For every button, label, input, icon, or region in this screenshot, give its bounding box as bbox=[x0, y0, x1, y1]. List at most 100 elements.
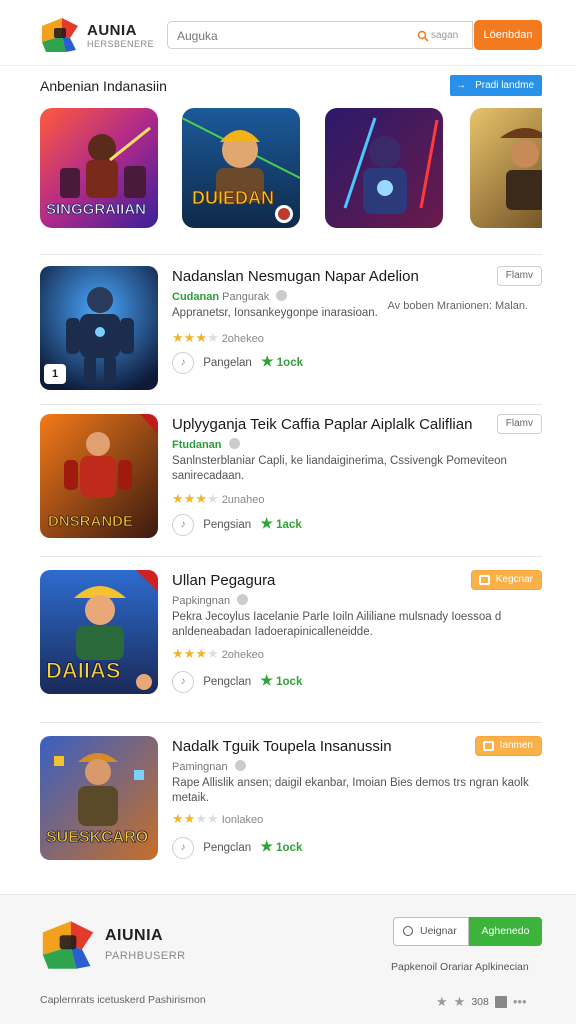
calendar-icon bbox=[482, 741, 494, 751]
footer-brand-name: AIUNIA bbox=[105, 927, 164, 944]
star-empty-icon: ★ bbox=[206, 330, 219, 345]
star-icon: ★ bbox=[172, 811, 184, 826]
featured-more-label: Pradi landme bbox=[475, 80, 534, 91]
star-icon: ★ bbox=[260, 838, 273, 855]
lock-status[interactable]: ★ 1ock bbox=[260, 672, 302, 688]
app-title[interactable]: Ullan Pegagura bbox=[172, 572, 275, 589]
divider bbox=[40, 556, 542, 557]
download-icon[interactable]: ♪ bbox=[172, 514, 194, 536]
app-actions: ♪ Pengclan ★ 1ock bbox=[172, 671, 302, 693]
thumb-caption: DNSRANDE bbox=[48, 513, 133, 530]
app-title[interactable]: Uplyyganja Teik Caffia Paplar Aiplalk Ca… bbox=[172, 416, 472, 433]
footer-tagline: Papkenoil Orariar Aplkinecian bbox=[391, 961, 529, 973]
featured-carousel[interactable]: SINGGRAIIAN DUIEDAN bbox=[40, 108, 542, 230]
list-item[interactable]: SUESKCARO Nadalk Tguik Toupela Insanussi… bbox=[40, 736, 542, 866]
star-icon: ★ bbox=[183, 646, 196, 661]
rating-label: Ionlakeo bbox=[221, 814, 264, 826]
footer-logo-icon[interactable] bbox=[40, 916, 96, 974]
star-icon: ★ bbox=[183, 491, 196, 506]
app-actions: ♪ Pengclan ★ 1ock bbox=[172, 837, 302, 859]
footer-search-button[interactable]: Ueignar bbox=[393, 917, 469, 946]
featured-more-button[interactable]: → Pradi landme bbox=[450, 75, 542, 96]
search-box[interactable]: sagan bbox=[167, 21, 473, 49]
more-icon[interactable]: ••• bbox=[513, 994, 527, 1009]
action-label[interactable]: Pengclan bbox=[203, 676, 251, 688]
app-tag[interactable]: Flamv bbox=[496, 414, 542, 434]
app-developer: Papkingnan bbox=[172, 594, 249, 607]
featured-tile[interactable] bbox=[325, 108, 443, 228]
thumb-badge: 1 bbox=[44, 364, 66, 384]
star-icon: ★ bbox=[260, 515, 273, 532]
footer-brand-subtitle: PARHBUSERR bbox=[105, 950, 186, 962]
star-icon: ★ bbox=[261, 353, 274, 370]
search-label: sagan bbox=[431, 30, 459, 41]
star-empty-icon: ★ bbox=[195, 811, 207, 826]
developer-name: Cudanan bbox=[172, 291, 220, 303]
featured-tile[interactable]: DUIEDAN bbox=[182, 108, 300, 228]
star-icon[interactable]: ★ bbox=[454, 994, 466, 1010]
developer-name: Ftudanan bbox=[172, 439, 222, 451]
square-icon[interactable] bbox=[494, 995, 507, 1008]
download-icon[interactable]: ♪ bbox=[172, 352, 194, 374]
app-rating: ★★★★ 2ohekeo bbox=[172, 330, 264, 346]
app-developer: Ftudanan bbox=[172, 438, 240, 451]
app-thumbnail[interactable]: DNSRANDE bbox=[40, 414, 158, 538]
app-actions: ♪ Pangelan ★ 1ock bbox=[172, 352, 303, 374]
info-icon bbox=[237, 594, 249, 605]
app-tag[interactable]: Ianmen bbox=[474, 736, 542, 756]
divider bbox=[40, 722, 542, 723]
search-icon[interactable] bbox=[417, 29, 429, 42]
action-label[interactable]: Pengsian bbox=[203, 519, 251, 531]
app-tag[interactable]: Flamv bbox=[496, 266, 542, 286]
footer-copyright: Caplernrats icetuskerd Pashirismon bbox=[40, 994, 206, 1006]
search-input[interactable] bbox=[177, 27, 407, 44]
featured-tile[interactable] bbox=[470, 108, 542, 228]
rating-label: 2ohekeo bbox=[221, 333, 264, 345]
app-rating: ★★★★ 2ohekeo bbox=[172, 646, 264, 662]
list-item[interactable]: 1 Nadanslan Nesmugan Napar Adelion Cudan… bbox=[40, 266, 542, 396]
download-icon[interactable]: ♪ bbox=[172, 671, 194, 693]
action-label[interactable]: Pangelan bbox=[203, 357, 252, 369]
info-icon bbox=[234, 760, 246, 771]
app-tag[interactable]: Kegcnar bbox=[470, 570, 542, 590]
list-item[interactable]: DAIIAS Ullan Pegagura Papkingnan Pekra J… bbox=[40, 570, 542, 700]
app-description: Appranetsr, Ionsankeygonpe inarasioan. bbox=[172, 307, 378, 319]
app-title[interactable]: Nadanslan Nesmugan Napar Adelion bbox=[172, 268, 419, 285]
app-description: Pekra Jecoylus Iacelanie Parle Ioiln Ail… bbox=[172, 611, 502, 638]
lock-status[interactable]: ★ 1ack bbox=[260, 515, 301, 531]
star-empty-icon: ★ bbox=[206, 646, 219, 661]
brand-logo-icon[interactable] bbox=[40, 16, 80, 54]
lock-status[interactable]: ★ 1ock bbox=[260, 838, 302, 854]
developer-sub: Pamingnan bbox=[172, 761, 228, 773]
info-icon bbox=[276, 290, 288, 301]
app-actions: ♪ Pengsian ★ 1ack bbox=[172, 514, 302, 536]
footer-primary-button[interactable]: Aghenedo bbox=[469, 917, 542, 946]
download-icon[interactable]: ♪ bbox=[172, 837, 194, 859]
lock-status[interactable]: ★ 1ock bbox=[261, 353, 303, 369]
search-button[interactable]: Löenbdan bbox=[474, 20, 542, 50]
app-side-note: Av boben Mranionen: Malan. bbox=[387, 300, 528, 312]
app-tag-label: Ianmen bbox=[499, 740, 533, 751]
featured-title: Anbenian Indanasiin bbox=[40, 78, 167, 94]
app-description: Sanlnsterblaniar Capli, ke liandaigineri… bbox=[172, 455, 507, 482]
calendar-icon bbox=[478, 575, 490, 585]
app-title[interactable]: Nadalk Tguik Toupela Insanussin bbox=[172, 738, 392, 755]
thumb-caption: DAIIAS bbox=[46, 658, 121, 683]
developer-sub: Papkingnan bbox=[172, 595, 231, 607]
developer-sub: Pangurak bbox=[222, 291, 270, 303]
star-empty-icon: ★ bbox=[206, 491, 219, 506]
featured-tile-caption: SINGGRAIIAN bbox=[46, 201, 146, 218]
star-icon: ★ bbox=[195, 491, 207, 506]
divider bbox=[40, 254, 542, 255]
app-thumbnail[interactable]: DAIIAS bbox=[40, 570, 158, 694]
featured-tile[interactable]: SINGGRAIIAN bbox=[40, 108, 158, 228]
star-icon[interactable]: ★ bbox=[436, 994, 448, 1010]
list-item[interactable]: DNSRANDE Uplyyganja Teik Caffia Paplar A… bbox=[40, 414, 542, 544]
footer-search-label: Ueignar bbox=[420, 925, 457, 937]
app-description: Rape Allislik ansen; daigil ekanbar, Imo… bbox=[172, 777, 529, 804]
app-thumbnail[interactable]: 1 bbox=[40, 266, 158, 390]
star-empty-icon: ★ bbox=[206, 811, 219, 826]
featured-tile-caption: DUIEDAN bbox=[192, 188, 274, 208]
app-thumbnail[interactable]: SUESKCARO bbox=[40, 736, 158, 860]
action-label[interactable]: Pengclan bbox=[203, 842, 251, 854]
